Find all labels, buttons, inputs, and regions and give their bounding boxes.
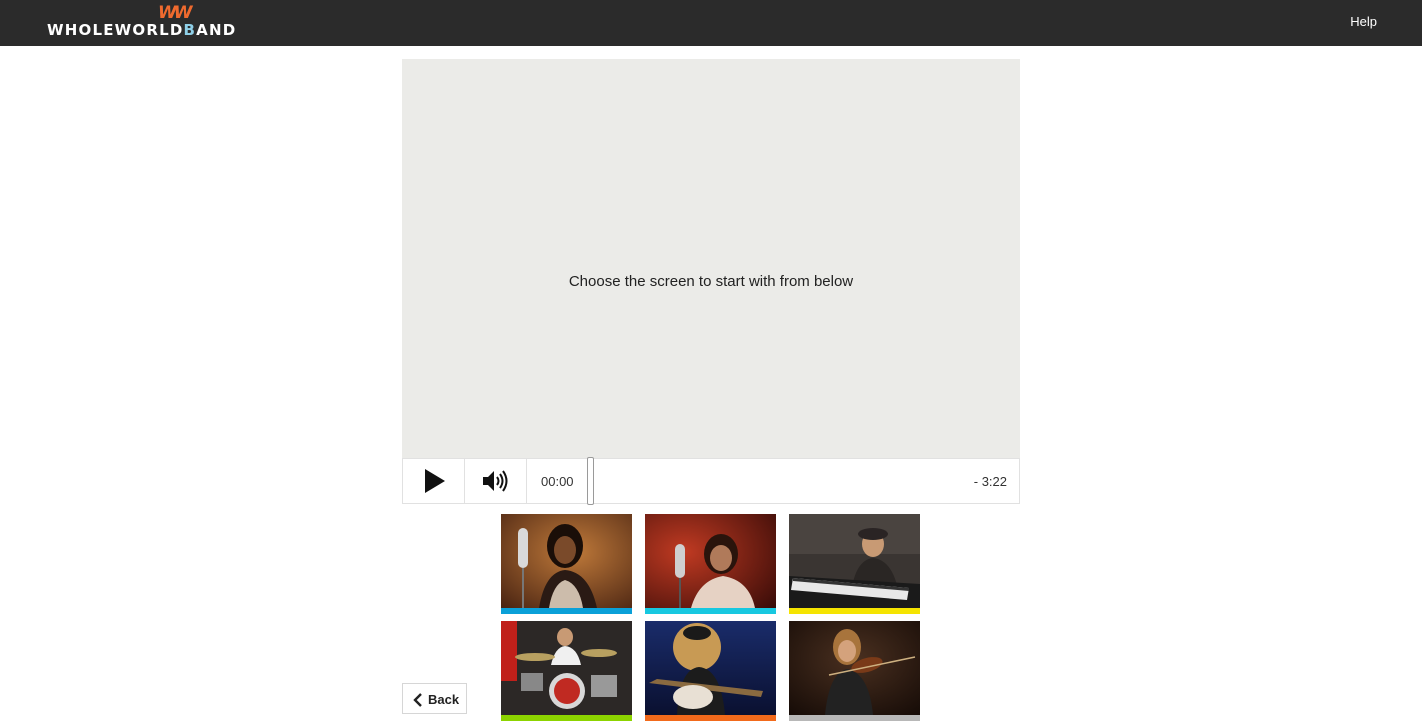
logo-text: WHOLEWORLDBAND: [47, 21, 237, 39]
thumbnail-image: [645, 621, 776, 715]
thumbnail-singer-with-headphones[interactable]: [501, 514, 632, 614]
thumbnail-keyboard-player[interactable]: [789, 514, 920, 614]
chevron-left-icon: [413, 693, 422, 707]
play-button[interactable]: [403, 459, 465, 503]
top-bar: WW WHOLEWORLDBAND Help: [0, 0, 1422, 46]
thumbnail-image: [501, 514, 632, 608]
thumbnail-color-bar: [501, 608, 632, 614]
thumbnail-bass-guitarist[interactable]: [645, 621, 776, 721]
thumbnail-color-bar: [645, 715, 776, 721]
thumbnail-color-bar: [645, 608, 776, 614]
help-link[interactable]: Help: [1350, 14, 1377, 29]
play-icon: [425, 469, 445, 493]
volume-icon: [483, 470, 508, 492]
player-controls: 00:00 - 3:22: [402, 457, 1020, 505]
thumbnail-color-bar: [789, 608, 920, 614]
back-label: Back: [428, 692, 460, 707]
thumbnail-drummer[interactable]: [501, 621, 632, 721]
thumbnail-color-bar: [789, 715, 920, 721]
progress-scrubber[interactable]: [587, 457, 594, 505]
video-stage[interactable]: Choose the screen to start with from bel…: [402, 59, 1020, 458]
thumbnail-image: [789, 514, 920, 608]
thumbnail-image: [501, 621, 632, 715]
back-button[interactable]: Back: [402, 683, 467, 714]
thumbnail-male-singer[interactable]: [645, 514, 776, 614]
remaining-time: - 3:22: [973, 474, 1007, 489]
stage-message: Choose the screen to start with from bel…: [568, 273, 854, 290]
thumbnail-image: [789, 621, 920, 715]
current-time: 00:00: [541, 474, 574, 489]
thumbnail-color-bar: [501, 715, 632, 721]
logo[interactable]: WW WHOLEWORLDBAND: [47, 3, 235, 40]
volume-button[interactable]: [465, 459, 527, 503]
logo-mark: WW: [158, 3, 192, 23]
thumbnail-violinist[interactable]: [789, 621, 920, 721]
thumbnail-image: [645, 514, 776, 608]
